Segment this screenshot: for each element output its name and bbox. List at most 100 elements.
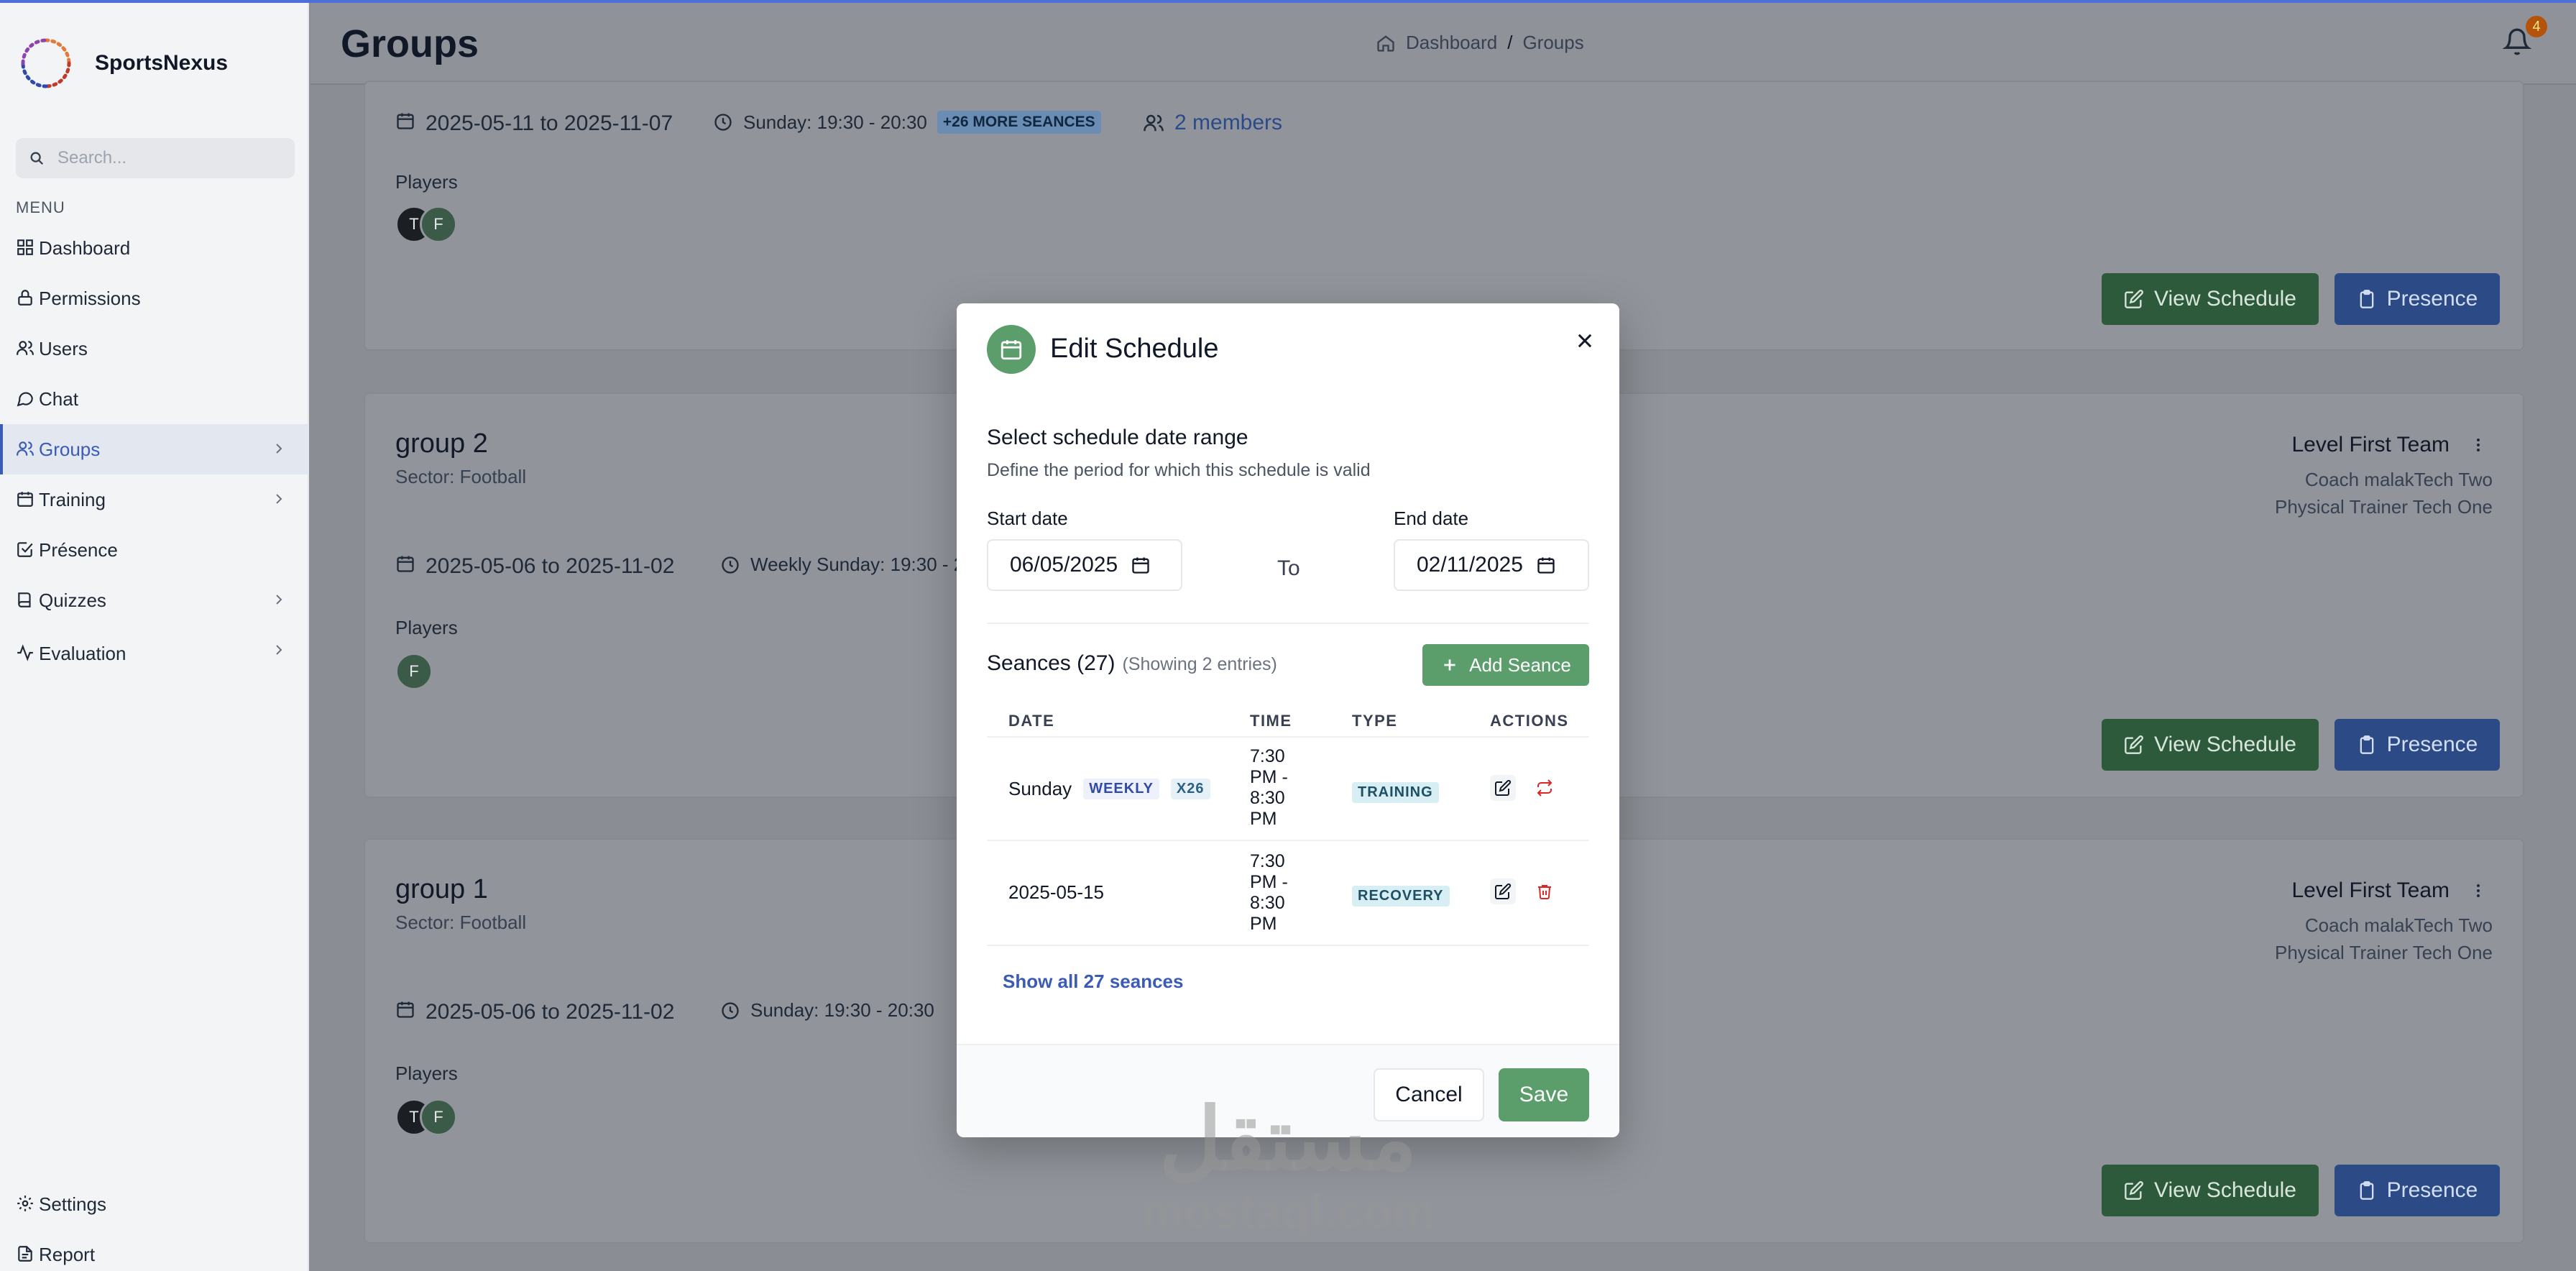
chevron-right-icon — [276, 595, 282, 605]
sidebar-item-label: Quizzes — [39, 589, 106, 611]
view-schedule-button[interactable]: View Schedule — [2102, 1165, 2319, 1216]
avatar[interactable]: F — [420, 206, 457, 243]
sidebar-item-label: Training — [39, 488, 106, 510]
close-icon[interactable] — [1572, 328, 1598, 354]
start-date-field[interactable]: 06/05/2025 — [987, 539, 1182, 591]
presence-button[interactable]: Presence — [2334, 1165, 2500, 1216]
seances-count: Seances (27) — [987, 651, 1116, 675]
end-date-field[interactable]: 02/11/2025 — [1394, 539, 1589, 591]
seance-time: 7:30 PM - 8:30 PM — [1250, 851, 1288, 934]
group-level: Level First Team — [2291, 433, 2487, 457]
notification-count-badge: 4 — [2526, 16, 2547, 37]
players-label: Players — [395, 1063, 458, 1084]
avatar[interactable]: F — [395, 653, 433, 690]
column-header-time: TIME — [1250, 712, 1292, 730]
chevron-right-icon — [276, 494, 282, 504]
weekly-badge: WEEKLY — [1083, 779, 1159, 799]
sidebar-item-chat[interactable]: Chat — [0, 374, 309, 424]
more-vertical-icon[interactable] — [2470, 882, 2487, 899]
trash-icon[interactable] — [1532, 878, 1558, 904]
seance-date-cell: Sunday WEEKLY X26 — [1008, 778, 1210, 800]
chat-icon — [16, 389, 36, 409]
sidebar-item-training[interactable]: Training — [0, 474, 309, 525]
breadcrumb-current: Groups — [1522, 32, 1584, 53]
calendar-icon[interactable] — [1536, 555, 1556, 575]
logo-icon — [19, 36, 73, 91]
book-icon — [16, 590, 36, 610]
group-schedule: Sunday: 19:30 - 20:30 +26 MORE SEANCES — [713, 111, 1101, 134]
trainer-name: Physical Trainer Tech One — [2275, 942, 2493, 963]
repeat-count-badge: X26 — [1170, 779, 1210, 799]
watermark: مستقل mostaql.com — [1130, 1093, 1446, 1236]
avatar[interactable]: F — [420, 1098, 457, 1136]
view-schedule-button[interactable]: View Schedule — [2102, 273, 2319, 325]
edit-icon[interactable] — [1490, 775, 1516, 801]
group-schedule: Sunday: 19:30 - 20:30 — [720, 999, 934, 1022]
clipboard-icon — [2360, 1181, 2373, 1200]
sidebar-item-users[interactable]: Users — [0, 324, 309, 374]
level-text: Level First Team — [2291, 433, 2450, 456]
sidebar-item-evaluation[interactable]: Evaluation — [0, 625, 309, 682]
group-dates: 2025-05-11 to 2025-11-07 — [426, 111, 673, 135]
sidebar-item-dashboard[interactable]: Dashboard — [0, 223, 309, 273]
sidebar-item-settings[interactable]: Settings — [0, 1179, 309, 1229]
date-range-title: Select schedule date range — [987, 426, 1248, 449]
brand[interactable]: SportsNexus — [19, 36, 228, 91]
divider — [987, 623, 1589, 624]
sidebar-item-presence[interactable]: Présence — [0, 525, 309, 575]
start-date-value: 06/05/2025 — [1010, 553, 1118, 577]
members-count: 2 members — [1174, 111, 1283, 134]
users-icon — [16, 339, 36, 359]
end-date-label: End date — [1394, 508, 1469, 529]
seance-time: 7:30 PM - 8:30 PM — [1250, 746, 1288, 829]
sidebar-item-permissions[interactable]: Permissions — [0, 273, 309, 324]
start-date-label: Start date — [987, 508, 1068, 529]
button-label: Presence — [2386, 1178, 2478, 1202]
clipboard-icon — [2360, 290, 2373, 308]
check-square-icon — [16, 540, 36, 560]
player-avatars: T F — [395, 1098, 457, 1136]
column-header-type: TYPE — [1352, 712, 1398, 730]
players-label: Players — [395, 617, 458, 638]
calendar-icon — [395, 999, 415, 1025]
watermark-latin: mostaql.com — [1141, 1185, 1435, 1238]
sidebar-item-groups[interactable]: Groups — [0, 424, 309, 474]
search-icon — [30, 152, 44, 165]
coach-name: Coach malakTech Two — [2304, 914, 2493, 936]
view-schedule-button[interactable]: View Schedule — [2102, 719, 2319, 771]
menu-section-label: MENU — [16, 198, 65, 216]
player-avatars: F — [395, 653, 433, 690]
add-seance-button[interactable]: Add Seance — [1422, 644, 1589, 686]
edit-icon — [2125, 1181, 2143, 1200]
sidebar-item-label: Groups — [39, 438, 101, 460]
end-date-value: 02/11/2025 — [1417, 553, 1523, 577]
grid-icon — [16, 238, 36, 258]
button-label: View Schedule — [2154, 1178, 2296, 1202]
members-link[interactable]: 2 members — [1143, 111, 1282, 135]
sidebar-item-label: Permissions — [39, 287, 141, 309]
show-all-seances-link[interactable]: Show all 27 seances — [1003, 971, 1183, 993]
sidebar-bottom: Settings Report — [0, 1179, 309, 1271]
breadcrumb-separator: / — [1507, 32, 1513, 53]
breadcrumb-home-link[interactable]: Dashboard — [1406, 32, 1497, 54]
seance-date: 2025-05-15 — [1008, 881, 1104, 903]
sidebar-item-report[interactable]: Report — [0, 1229, 309, 1271]
sidebar-item-quizzes[interactable]: Quizzes — [0, 575, 309, 625]
button-label: Add Seance — [1469, 653, 1571, 676]
search-input[interactable] — [58, 148, 273, 168]
group-schedule: Weekly Sunday: 19:30 - 2 — [720, 554, 964, 576]
seance-date: Sunday — [1008, 778, 1072, 799]
edit-icon[interactable] — [1490, 878, 1516, 904]
presence-button[interactable]: Presence — [2334, 719, 2500, 771]
brand-name: SportsNexus — [95, 51, 229, 75]
presence-button[interactable]: Presence — [2334, 273, 2500, 325]
group-schedule-text: Sunday: 19:30 - 20:30 — [750, 999, 934, 1021]
save-button[interactable]: Save — [1499, 1068, 1589, 1121]
calendar-icon — [987, 325, 1036, 374]
search-box[interactable] — [16, 138, 295, 178]
more-vertical-icon[interactable] — [2470, 436, 2487, 454]
calendar-icon[interactable] — [1131, 555, 1151, 575]
repeat-icon[interactable] — [1532, 775, 1558, 801]
level-text: Level First Team — [2291, 878, 2450, 902]
modal-title: Edit Schedule — [1050, 334, 1219, 364]
